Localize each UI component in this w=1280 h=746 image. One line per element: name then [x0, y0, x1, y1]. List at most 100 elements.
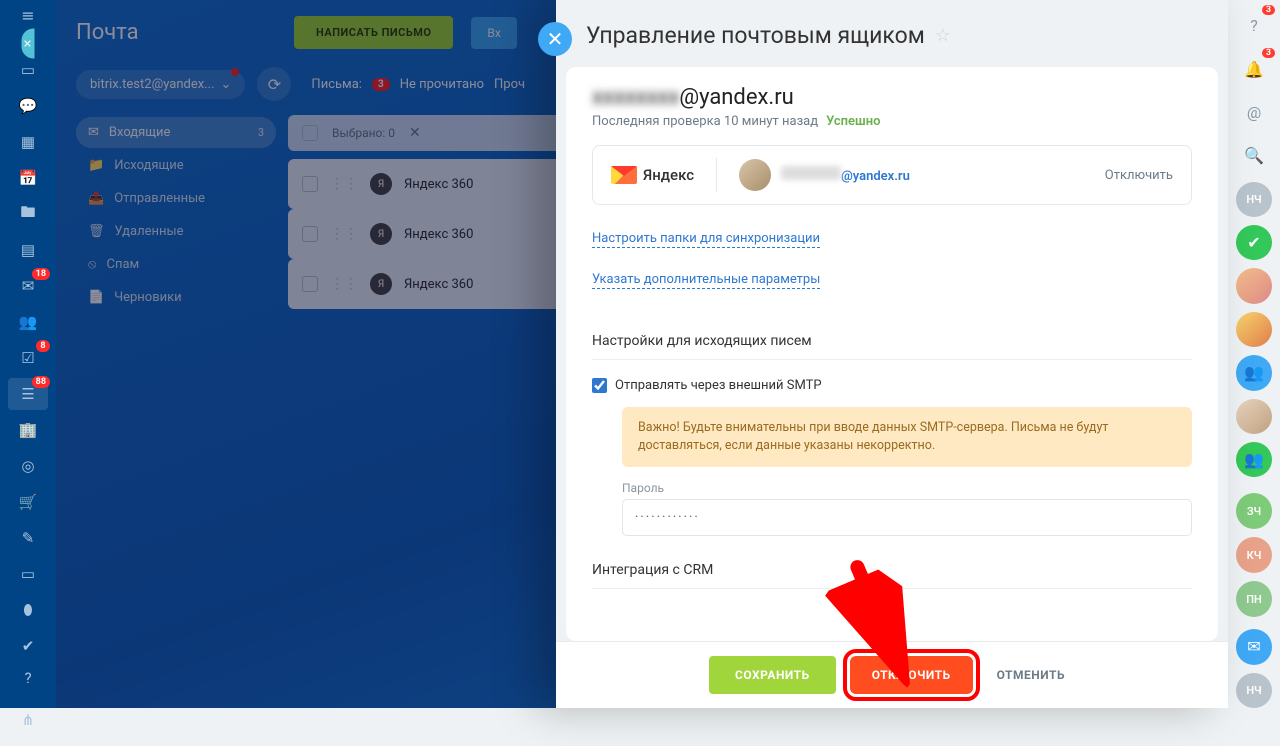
sender-name: Яндекс 360	[404, 227, 473, 242]
folder-list: ✉ Входящие 3 📁 Исходящие 📤 Отправленные 🗑Удален…	[76, 117, 276, 313]
task-check-icon[interactable]: ✔	[1236, 225, 1272, 260]
nav-feed-icon[interactable]: ▭	[8, 54, 48, 86]
contact-avatar[interactable]	[1236, 312, 1272, 347]
nav-shop-icon[interactable]: 🛒	[8, 486, 48, 518]
team-icon[interactable]: 👥	[1236, 442, 1272, 477]
nav-marketing-icon[interactable]: ◎	[8, 450, 48, 482]
user-avatar[interactable]: НЧ	[1236, 182, 1272, 217]
contact-avatar[interactable]	[1236, 268, 1272, 303]
left-nav-rail: ≡ ✕ ▭ 💬 ▦ 📅 🖿 ▤ ✉18 👥 ☑8 ☰88 🏢 ◎ 🛒 ✎ ▭ ⬮…	[0, 0, 56, 708]
nav-stream-icon[interactable]: ☰88	[8, 378, 48, 410]
sender-name: Яндекс 360	[404, 277, 473, 292]
folder-icon: ✉	[88, 125, 99, 140]
select-all-checkbox[interactable]	[302, 125, 318, 141]
filter-bar: Письма: 3 Не прочитано Проч	[311, 77, 525, 92]
folder-label: Входящие	[109, 125, 171, 140]
nav-card-icon[interactable]: ▭	[8, 558, 48, 590]
drag-icon[interactable]: ⋮⋮	[330, 176, 358, 192]
user-initials[interactable]: НЧ	[1236, 673, 1272, 708]
account-selector[interactable]: bitrix.test2@yandex... ⌄	[76, 70, 245, 99]
password-label: Пароль	[622, 481, 1192, 495]
nav-tasks-icon[interactable]: ☑8	[8, 342, 48, 374]
folder-count: 3	[258, 126, 264, 139]
right-rail: ?3 🔔3 @ 🔍 НЧ ✔ 👥 👥 ЗЧ КЧ ПН ✉ НЧ	[1228, 0, 1280, 708]
sync-folders-link[interactable]: Настроить папки для синхронизации	[592, 231, 820, 248]
message-icon[interactable]: ✉	[1236, 629, 1272, 664]
folder-item[interactable]: 📁 Исходящие	[76, 150, 276, 181]
nav-people-icon[interactable]: 👥	[8, 306, 48, 338]
folder-label: Удаленные	[115, 224, 184, 239]
drag-icon[interactable]: ⋮⋮	[330, 276, 358, 292]
help-icon[interactable]: ?3	[1236, 8, 1272, 43]
message-checkbox[interactable]	[302, 226, 318, 242]
group-icon[interactable]: 👥	[1236, 355, 1272, 390]
user-initials[interactable]: КЧ	[1236, 537, 1272, 573]
nav-docs-icon[interactable]: 🖿	[8, 198, 48, 230]
nav-company-icon[interactable]: 🏢	[8, 414, 48, 446]
panel-title: Управление почтовым ящиком	[586, 22, 925, 49]
nav-sign-icon[interactable]: ✎	[8, 522, 48, 554]
inbox-tab-button[interactable]: Вх	[471, 17, 516, 49]
folder-label: Спам	[106, 257, 139, 272]
message-checkbox[interactable]	[302, 276, 318, 292]
disconnect-link[interactable]: Отключить	[1105, 168, 1173, 183]
sender-avatar-icon: Я	[370, 223, 392, 245]
folder-item[interactable]: 📤 Отправленные	[76, 183, 276, 214]
notification-dot-icon	[231, 68, 239, 76]
password-input[interactable]	[622, 499, 1192, 536]
yandex-logo: Яндекс	[611, 166, 694, 184]
folder-item[interactable]: 🗑Удаленные	[76, 216, 276, 247]
star-icon[interactable]: ☆	[935, 25, 951, 46]
refresh-button[interactable]: ⟳	[257, 67, 291, 101]
nav-help-icon[interactable]: ?	[8, 662, 48, 694]
at-icon[interactable]: @	[1236, 95, 1272, 130]
message-checkbox[interactable]	[302, 176, 318, 192]
drag-icon[interactable]: ⋮⋮	[330, 226, 358, 242]
nav-chat-icon[interactable]: 💬	[8, 90, 48, 122]
folder-label: Отправленные	[114, 191, 205, 206]
folder-item[interactable]: ⦸ Спам	[76, 249, 276, 280]
sender-avatar-icon: Я	[370, 273, 392, 295]
envelope-icon	[611, 166, 637, 184]
page-title: Почта	[76, 20, 276, 45]
save-button[interactable]: СОХРАНИТЬ	[709, 656, 836, 694]
chevron-down-icon: ⌄	[221, 77, 232, 92]
folder-icon: 📄	[88, 290, 104, 305]
nav-mail-icon[interactable]: ✉18	[8, 270, 48, 302]
sender-name: Яндекс 360	[404, 177, 473, 192]
folder-label: Исходящие	[114, 158, 184, 173]
nav-android-icon[interactable]: ⬮	[8, 594, 48, 626]
provider-box: Яндекс @yandex.ru Отключить	[592, 145, 1192, 205]
folder-icon: 📁	[88, 158, 104, 173]
user-initials[interactable]: ЗЧ	[1236, 493, 1272, 529]
smtp-checkbox[interactable]	[592, 378, 607, 393]
smtp-checkbox-label: Отправлять через внешний SMTP	[615, 378, 822, 393]
smtp-checkbox-row[interactable]: Отправлять через внешний SMTP	[592, 378, 1192, 393]
user-initials[interactable]: ПН	[1236, 581, 1272, 617]
last-check-status: Последняя проверка 10 минут назадУспешно	[592, 114, 1192, 129]
menu-icon[interactable]: ≡	[0, 6, 56, 25]
search-icon[interactable]: 🔍	[1236, 138, 1272, 173]
mailbox-email: xxxxxxxx@yandex.ru	[592, 85, 1192, 110]
nav-groups-icon[interactable]: ▦	[8, 126, 48, 158]
folder-icon: 📤	[88, 191, 104, 206]
nav-drive-icon[interactable]: ▤	[8, 234, 48, 266]
filter-unread[interactable]: Не прочитано	[400, 77, 484, 92]
cancel-button[interactable]: ОТМЕНИТЬ	[987, 656, 1075, 694]
nav-sitemap-icon[interactable]: ⋔	[8, 704, 48, 736]
account-label: bitrix.test2@yandex...	[90, 77, 215, 92]
extra-params-link[interactable]: Указать дополнительные параметры	[592, 272, 820, 289]
nav-check-icon[interactable]: ✔	[8, 630, 48, 662]
filter-read[interactable]: Проч	[494, 77, 525, 92]
nav-calendar-icon[interactable]: 📅	[8, 162, 48, 194]
bell-icon[interactable]: 🔔3	[1236, 51, 1272, 86]
contact-avatar[interactable]	[1236, 399, 1272, 434]
close-panel-button[interactable]: ✕	[538, 22, 572, 56]
folder-item[interactable]: 📄Черновики	[76, 282, 276, 313]
crm-section-title: Интеграция с CRM	[592, 562, 1192, 578]
folder-item[interactable]: ✉ Входящие 3	[76, 117, 276, 148]
clear-selection-icon[interactable]: ✕	[409, 125, 421, 141]
compose-button[interactable]: НАПИСАТЬ ПИСЬМО	[294, 16, 453, 49]
sender-avatar-icon: Я	[370, 173, 392, 195]
folder-icon: ⦸	[88, 257, 96, 272]
